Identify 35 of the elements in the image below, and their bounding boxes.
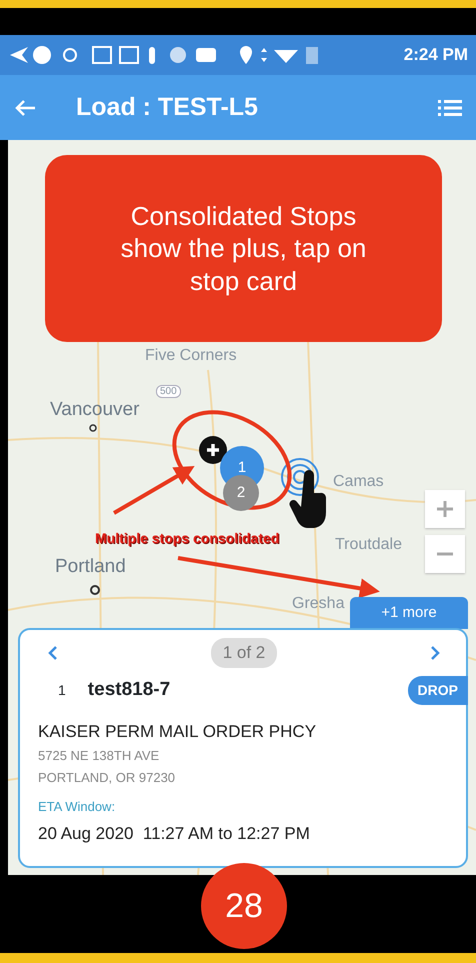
address-line: PORTLAND, OR 97230 (38, 768, 176, 786)
zoom-out-button[interactable] (425, 535, 465, 573)
chevron-right-icon (430, 644, 440, 661)
map-view[interactable] (8, 140, 476, 875)
page-number: 28 (201, 863, 287, 949)
minus-icon (437, 552, 453, 556)
status-time: 2:24 PM (404, 44, 468, 66)
stop-card[interactable]: 1 of 2 1 test818-7 DROP KAISER PERM MAIL ORDER PHCY 5725 NE 138TH AVE PORTLAND, OR 97230 ETA Window: 20 Aug 2020 11:27 AM to 12:27 PM (18, 628, 468, 868)
route-shield: 500 (156, 385, 181, 398)
address-line: 5725 NE 138TH AVE (38, 747, 160, 765)
callout-banner: Consolidated Stops show the plus, tap on stop card (45, 155, 442, 342)
map-label: Troutdale (335, 536, 402, 554)
eta-window: 20 Aug 2020 11:27 AM to 12:27 PM (38, 820, 466, 846)
stop-id: test818-7 (88, 678, 170, 702)
city-label: Portland (55, 557, 126, 578)
app-title: Load : TEST-L5 (76, 92, 258, 123)
stop-sequence: 1 (58, 680, 66, 700)
plus-icon (437, 501, 453, 517)
stop-name: KAISER PERM MAIL ORDER PHCY (38, 720, 318, 742)
more-stops-tab[interactable]: +1 more (350, 597, 468, 629)
back-arrow-icon[interactable] (14, 98, 36, 116)
city-dot-icon (90, 585, 100, 595)
eta-label: ETA Window: (38, 798, 116, 816)
city-label: Vancouver (50, 400, 140, 421)
chevron-left-icon (48, 644, 58, 661)
map-label: Camas (333, 473, 384, 491)
plus-circle-icon[interactable] (199, 436, 227, 464)
stop-type-badge: DROP (408, 676, 468, 704)
list-menu-icon[interactable] (438, 98, 462, 116)
map-label: Five Corners (145, 347, 237, 365)
zoom-in-button[interactable] (425, 490, 465, 528)
pager-indicator: 1 of 2 (210, 638, 278, 668)
hand-cursor-icon (289, 470, 326, 528)
city-dot-icon (89, 424, 97, 432)
annotation-label: Multiple stops consolidated (95, 529, 280, 548)
